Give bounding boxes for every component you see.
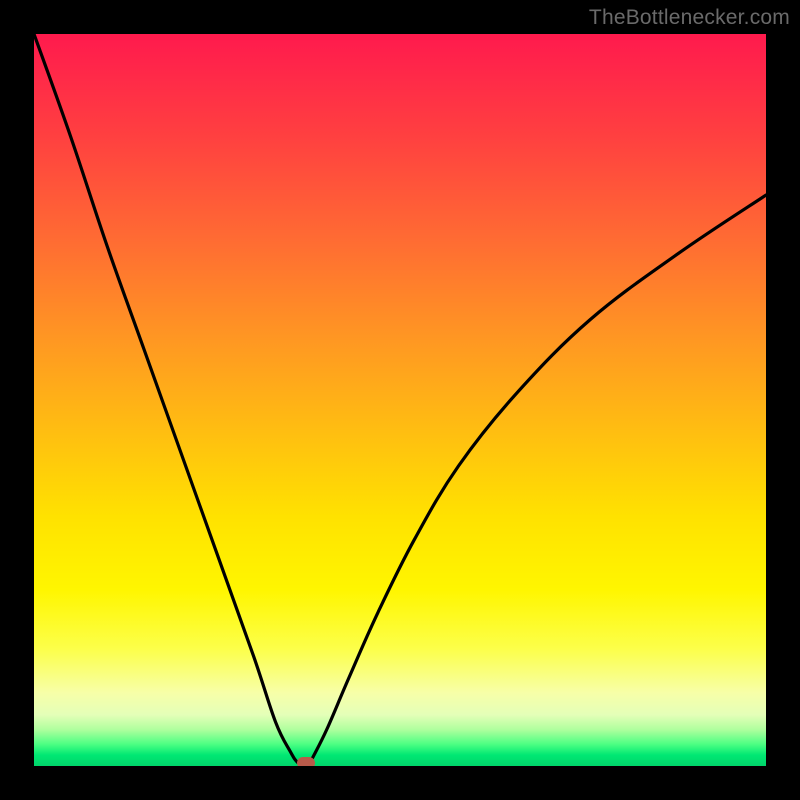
bottleneck-curve — [34, 34, 766, 766]
watermark-text: TheBottlenecker.com — [589, 6, 790, 30]
optimum-marker — [297, 757, 315, 766]
plot-area — [34, 34, 766, 766]
chart-frame: TheBottlenecker.com — [0, 0, 800, 800]
curve-svg — [34, 34, 766, 766]
